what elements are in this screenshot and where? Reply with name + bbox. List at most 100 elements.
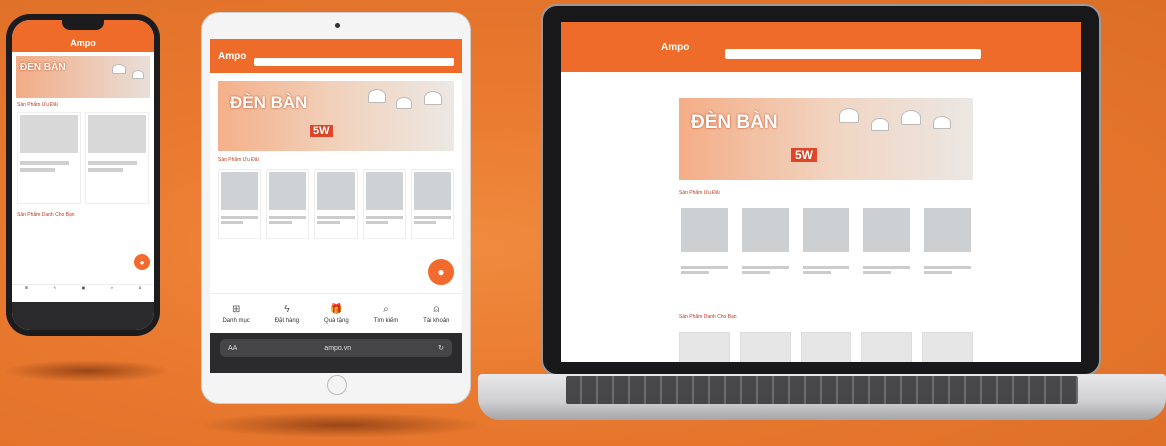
- product-image: [20, 115, 78, 153]
- product-image: [924, 208, 971, 252]
- phone-logo[interactable]: Ampo: [70, 38, 96, 48]
- lamp-icon: [901, 110, 921, 125]
- product-card[interactable]: [861, 206, 912, 298]
- phone-section-featured: Sản Phẩm Ưu Đãi: [12, 98, 154, 112]
- nav-item-order[interactable]: ϟ Đặt hàng: [275, 304, 299, 324]
- tablet-banner[interactable]: ĐÈN BÀN 5W: [218, 81, 454, 151]
- lamp-icon: [396, 97, 412, 109]
- nav-item[interactable]: ⌕: [111, 285, 113, 302]
- laptop-category-list: [679, 332, 973, 362]
- phone-screen: Ampo ĐÈN BÀN Sản Phẩm Ưu Đãi Sản Phẩm Da…: [12, 20, 154, 330]
- product-card[interactable]: [861, 332, 913, 362]
- lamp-icon: [368, 89, 386, 103]
- product-card[interactable]: [85, 112, 149, 204]
- tablet-logo[interactable]: Ampo: [218, 51, 246, 62]
- product-image: [88, 115, 146, 153]
- phone-device: Ampo ĐÈN BÀN Sản Phẩm Ưu Đãi Sản Phẩm Da…: [6, 14, 160, 336]
- search-icon: ⌕: [383, 303, 389, 315]
- lamp-icon: [112, 64, 126, 74]
- bolt-icon: ϟ: [284, 303, 290, 315]
- tablet-search-input[interactable]: [254, 58, 454, 66]
- nav-item-categories[interactable]: ⊞ Danh mục: [222, 304, 249, 324]
- section-title: Sản Phẩm Danh Cho Bạn: [17, 212, 75, 218]
- home-button[interactable]: [327, 375, 347, 395]
- phone-product-list: [12, 112, 154, 204]
- nav-item[interactable]: ⊞: [25, 285, 28, 302]
- section-title: Sản Phẩm Danh Cho Bạn: [679, 314, 737, 320]
- product-card[interactable]: [800, 332, 852, 362]
- product-image: [741, 208, 789, 252]
- gift-icon: 🎁: [330, 303, 343, 315]
- tablet-product-list: [210, 169, 462, 239]
- product-card[interactable]: [17, 112, 81, 204]
- section-title: Sản Phẩm Ưu Đãi: [218, 157, 259, 163]
- text-size-button[interactable]: AA: [228, 345, 237, 352]
- laptop-display: Ampo ĐÈN BÀN 5W Sản Phẩm Ưu Đãi Sản Phẩm…: [541, 4, 1101, 376]
- laptop-banner-price: 5W: [791, 148, 817, 162]
- laptop-logo[interactable]: Ampo: [661, 42, 715, 53]
- address-bar[interactable]: AA ampo.vn ↻: [220, 339, 452, 357]
- nav-item-gifts[interactable]: 🎁 Quà tặng: [324, 304, 349, 324]
- laptop-section-category: Sản Phẩm Danh Cho Bạn: [679, 314, 973, 320]
- tablet-shadow: [196, 412, 486, 438]
- product-image: [863, 208, 911, 252]
- nav-item-account[interactable]: ⍝ Tài khoản: [423, 304, 449, 324]
- chat-button[interactable]: ●: [426, 257, 456, 287]
- lamp-icon: [933, 116, 951, 129]
- nav-item[interactable]: ▣: [82, 285, 86, 302]
- tablet-device: Ampo ĐÈN BÀN 5W Sản Phẩm Ưu Đãi ● ⊞ Danh …: [201, 12, 471, 404]
- grid-icon: ⊞: [231, 303, 241, 315]
- product-card[interactable]: [740, 206, 791, 298]
- phone-banner-headline: ĐÈN BÀN: [20, 62, 66, 73]
- product-card[interactable]: [801, 206, 852, 298]
- product-card[interactable]: [739, 332, 791, 362]
- nav-item-search[interactable]: ⌕ Tìm kiếm: [374, 304, 399, 324]
- section-title: Sản Phẩm Ưu Đãi: [679, 190, 720, 196]
- tablet-banner-price: 5W: [310, 125, 333, 137]
- lamp-icon: [424, 91, 442, 105]
- tablet-browser-bar: AA ampo.vn ↻: [210, 333, 462, 373]
- phone-browser-bar: [12, 302, 154, 330]
- url-text: ampo.vn: [324, 344, 352, 352]
- product-card[interactable]: [218, 169, 262, 239]
- tablet-bottom-nav: ⊞ Danh mục ϟ Đặt hàng 🎁 Quà tặng ⌕ Tìm kiếm …: [210, 293, 462, 333]
- laptop-search-input[interactable]: [725, 49, 981, 59]
- phone-notch: [62, 20, 104, 30]
- product-card[interactable]: [679, 206, 730, 298]
- product-card[interactable]: [410, 169, 455, 239]
- laptop-screen: Ampo ĐÈN BÀN 5W Sản Phẩm Ưu Đãi Sản Phẩm…: [561, 22, 1081, 362]
- phone-header: Ampo: [12, 34, 154, 52]
- laptop-banner[interactable]: ĐÈN BÀN 5W: [679, 98, 973, 180]
- reload-icon[interactable]: ↻: [438, 344, 444, 352]
- product-card[interactable]: [922, 206, 973, 298]
- user-icon: ⍝: [433, 303, 440, 315]
- tablet-screen: Ampo ĐÈN BÀN 5W Sản Phẩm Ưu Đãi ● ⊞ Danh …: [210, 39, 462, 373]
- product-image: [365, 172, 403, 210]
- phone-shadow: [2, 360, 172, 382]
- phone-bottom-nav: ⊞ ϟ ▣ ⌕ ⍝: [12, 284, 154, 302]
- laptop-header: Ampo: [561, 22, 1081, 72]
- camera-icon: [335, 23, 340, 28]
- laptop-banner-headline: ĐÈN BÀN: [691, 112, 778, 133]
- phone-section-category: Sản Phẩm Danh Cho Bạn: [12, 208, 154, 222]
- laptop-product-list: [679, 206, 973, 298]
- tablet-section-featured: Sản Phẩm Ưu Đãi: [210, 151, 462, 169]
- product-card[interactable]: [922, 332, 973, 362]
- product-card[interactable]: [266, 169, 310, 239]
- tablet-header: Ampo: [210, 39, 462, 73]
- nav-item[interactable]: ϟ: [54, 285, 56, 302]
- lamp-icon: [871, 118, 889, 131]
- product-card[interactable]: [679, 332, 730, 362]
- lamp-icon: [839, 108, 859, 123]
- product-image: [413, 172, 452, 210]
- product-image: [681, 208, 728, 252]
- nav-item[interactable]: ⍝: [139, 285, 141, 302]
- laptop-keyboard: [566, 376, 1078, 404]
- product-card[interactable]: [314, 169, 358, 239]
- phone-banner[interactable]: ĐÈN BÀN: [16, 56, 150, 98]
- product-image: [802, 208, 850, 252]
- chat-button[interactable]: ●: [132, 252, 152, 272]
- tablet-banner-headline: ĐÈN BÀN: [230, 93, 308, 112]
- product-image: [221, 172, 259, 210]
- product-card[interactable]: [362, 169, 406, 239]
